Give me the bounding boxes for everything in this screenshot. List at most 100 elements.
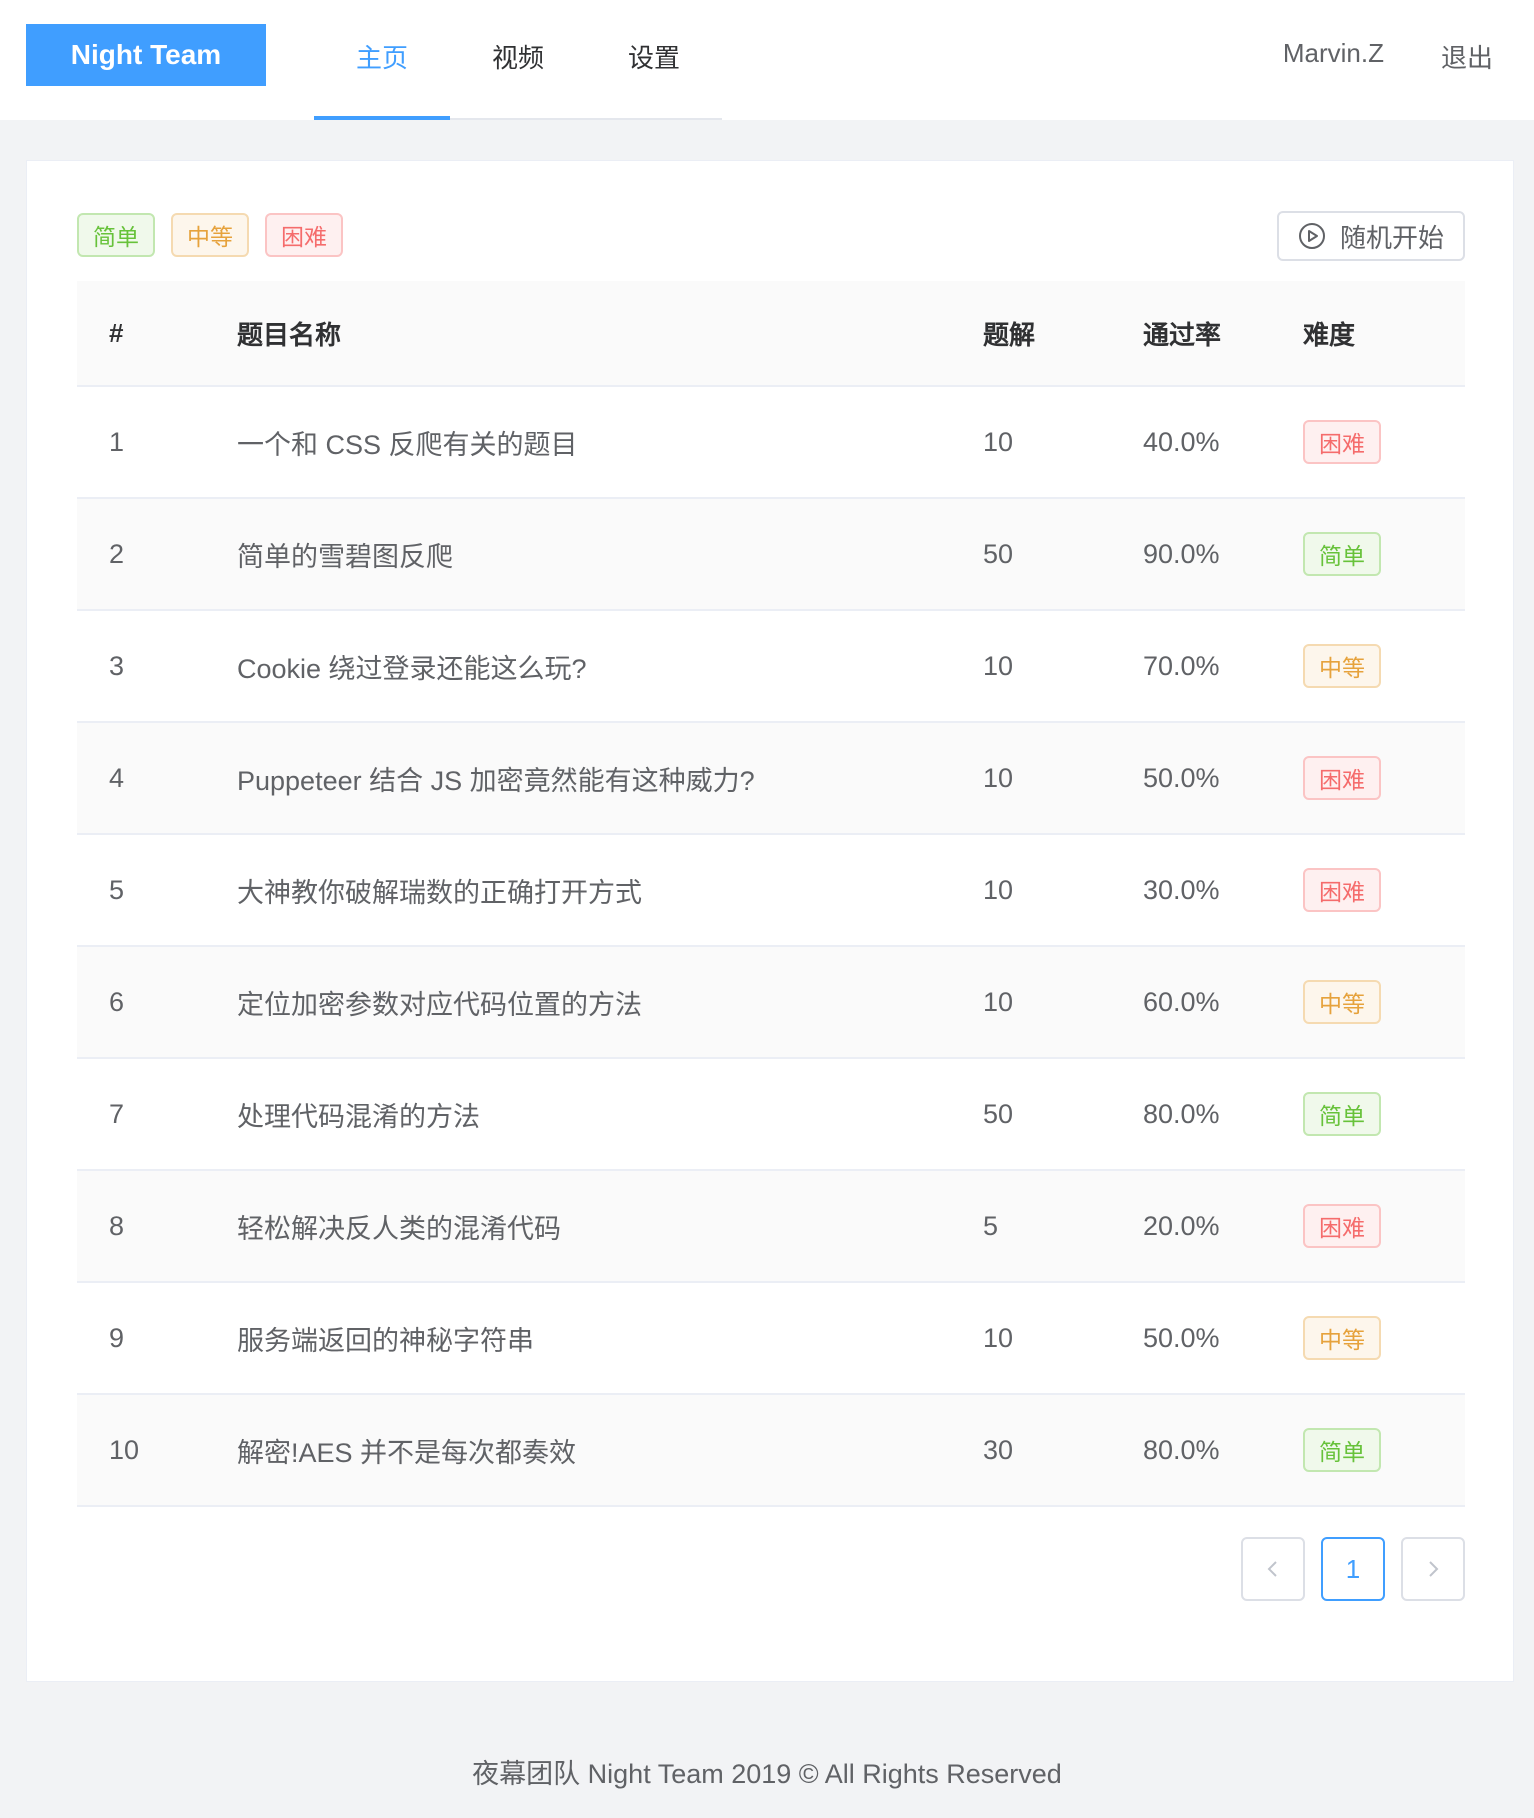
- cell-difficulty: 简单: [1303, 1092, 1465, 1136]
- nav-home[interactable]: 主页: [314, 0, 450, 120]
- cell-solutions: 10: [983, 650, 1014, 681]
- difficulty-badge: 困难: [1303, 756, 1381, 800]
- header-name: 题目名称: [237, 319, 342, 350]
- cell-solutions: 50: [983, 538, 1014, 569]
- cell-rate: 90.0%: [1143, 538, 1220, 569]
- table-row[interactable]: 9 服务端返回的神秘字符串 10 50.0% 中等: [77, 1283, 1465, 1395]
- cell-num: 1: [109, 426, 125, 457]
- cell-rate: 30.0%: [1143, 874, 1220, 905]
- difficulty-badge: 困难: [1303, 1204, 1381, 1248]
- cell-name[interactable]: 大神教你破解瑞数的正确打开方式: [237, 871, 983, 910]
- logout-link[interactable]: 退出: [1441, 38, 1493, 75]
- cell-rate: 40.0%: [1143, 426, 1220, 457]
- difficulty-badge: 简单: [1303, 1092, 1381, 1136]
- cell-solutions: 10: [983, 762, 1014, 793]
- page-1-button[interactable]: 1: [1321, 1537, 1385, 1601]
- filter-easy[interactable]: 简单: [77, 213, 155, 257]
- cell-difficulty: 简单: [1303, 532, 1465, 576]
- cell-name[interactable]: 简单的雪碧图反爬: [237, 535, 983, 574]
- difficulty-badge: 困难: [1303, 420, 1381, 464]
- cell-difficulty: 困难: [1303, 756, 1465, 800]
- table-row[interactable]: 10 解密!AES 并不是每次都奏效 30 80.0% 简单: [77, 1395, 1465, 1507]
- nav-video[interactable]: 视频: [450, 0, 586, 120]
- cell-difficulty: 中等: [1303, 980, 1465, 1024]
- table-row[interactable]: 2 简单的雪碧图反爬 50 90.0% 简单: [77, 499, 1465, 611]
- cell-name[interactable]: 服务端返回的神秘字符串: [237, 1319, 983, 1358]
- header-num: #: [109, 317, 124, 348]
- nav-settings[interactable]: 设置: [586, 0, 722, 120]
- chevron-left-icon: [1267, 1561, 1277, 1577]
- difficulty-badge: 中等: [1303, 1316, 1381, 1360]
- difficulty-badge: 中等: [1303, 644, 1381, 688]
- cell-solutions: 50: [983, 1098, 1014, 1129]
- filter-hard[interactable]: 困难: [265, 213, 343, 257]
- prev-page-button[interactable]: [1241, 1537, 1305, 1601]
- main-nav: 主页 视频 设置: [314, 0, 722, 120]
- cell-solutions: 10: [983, 874, 1014, 905]
- cell-name[interactable]: 一个和 CSS 反爬有关的题目: [237, 423, 983, 462]
- table-row[interactable]: 6 定位加密参数对应代码位置的方法 10 60.0% 中等: [77, 947, 1465, 1059]
- cell-num: 3: [109, 650, 125, 681]
- header-difficulty: 难度: [1303, 319, 1356, 350]
- filter-medium[interactable]: 中等: [171, 213, 249, 257]
- play-circle-icon: [1298, 223, 1325, 249]
- cell-difficulty: 困难: [1303, 868, 1465, 912]
- table-row[interactable]: 7 处理代码混淆的方法 50 80.0% 简单: [77, 1059, 1465, 1171]
- username[interactable]: Marvin.Z: [1283, 38, 1384, 69]
- problem-card: 简单 中等 困难 随机开始 # 题目名称 题解 通过率 难度 1 一个和 CSS …: [26, 160, 1514, 1682]
- cell-difficulty: 困难: [1303, 420, 1465, 464]
- cell-difficulty: 中等: [1303, 1316, 1465, 1360]
- cell-num: 2: [109, 538, 125, 569]
- table-row[interactable]: 1 一个和 CSS 反爬有关的题目 10 40.0% 困难: [77, 387, 1465, 499]
- chevron-right-icon: [1429, 1561, 1439, 1577]
- cell-difficulty: 简单: [1303, 1428, 1465, 1472]
- footer-copyright: 夜幕团队 Night Team 2019 © All Rights Reserv…: [472, 1759, 1062, 1789]
- difficulty-badge: 中等: [1303, 980, 1381, 1024]
- cell-rate: 50.0%: [1143, 1322, 1220, 1353]
- cell-rate: 60.0%: [1143, 986, 1220, 1017]
- logo[interactable]: Night Team: [26, 24, 266, 86]
- cell-name[interactable]: 定位加密参数对应代码位置的方法: [237, 983, 983, 1022]
- problem-table: # 题目名称 题解 通过率 难度 1 一个和 CSS 反爬有关的题目 10 40.0%…: [77, 281, 1465, 1507]
- table-row[interactable]: 3 Cookie 绕过登录还能这么玩? 10 70.0% 中等: [77, 611, 1465, 723]
- pagination: 1: [1241, 1537, 1465, 1601]
- cell-rate: 70.0%: [1143, 650, 1220, 681]
- cell-num: 8: [109, 1210, 125, 1241]
- cell-name[interactable]: Puppeteer 结合 JS 加密竟然能有这种威力?: [237, 759, 983, 798]
- cell-name[interactable]: Cookie 绕过登录还能这么玩?: [237, 647, 983, 686]
- table-row[interactable]: 8 轻松解决反人类的混淆代码 5 20.0% 困难: [77, 1171, 1465, 1283]
- cell-solutions: 30: [983, 1434, 1014, 1465]
- cell-name[interactable]: 处理代码混淆的方法: [237, 1095, 983, 1134]
- cell-difficulty: 中等: [1303, 644, 1465, 688]
- cell-name[interactable]: 解密!AES 并不是每次都奏效: [237, 1431, 983, 1470]
- random-start-button[interactable]: 随机开始: [1277, 211, 1465, 261]
- cell-rate: 80.0%: [1143, 1434, 1220, 1465]
- difficulty-filters: 简单 中等 困难: [77, 213, 343, 257]
- cell-solutions: 10: [983, 986, 1014, 1017]
- cell-num: 4: [109, 762, 125, 793]
- header-rate: 通过率: [1143, 319, 1222, 350]
- cell-num: 10: [109, 1434, 140, 1465]
- cell-num: 5: [109, 874, 125, 905]
- cell-solutions: 10: [983, 426, 1014, 457]
- cell-num: 6: [109, 986, 125, 1017]
- header-solutions: 题解: [983, 319, 1036, 350]
- cell-rate: 80.0%: [1143, 1098, 1220, 1129]
- table-row[interactable]: 5 大神教你破解瑞数的正确打开方式 10 30.0% 困难: [77, 835, 1465, 947]
- next-page-button[interactable]: [1401, 1537, 1465, 1601]
- cell-num: 7: [109, 1098, 125, 1129]
- cell-rate: 50.0%: [1143, 762, 1220, 793]
- top-header: Night Team 主页 视频 设置 Marvin.Z 退出: [0, 0, 1534, 120]
- table-body: 1 一个和 CSS 反爬有关的题目 10 40.0% 困难 2 简单的雪碧图反爬 50 90.0…: [77, 387, 1465, 1507]
- cell-num: 9: [109, 1322, 125, 1353]
- cell-solutions: 10: [983, 1322, 1014, 1353]
- table-header: # 题目名称 题解 通过率 难度: [77, 281, 1465, 387]
- cell-solutions: 5: [983, 1210, 999, 1241]
- table-row[interactable]: 4 Puppeteer 结合 JS 加密竟然能有这种威力? 10 50.0% 困难: [77, 723, 1465, 835]
- cell-difficulty: 困难: [1303, 1204, 1465, 1248]
- cell-rate: 20.0%: [1143, 1210, 1220, 1241]
- difficulty-badge: 困难: [1303, 868, 1381, 912]
- random-start-label: 随机开始: [1339, 222, 1444, 253]
- difficulty-badge: 简单: [1303, 1428, 1381, 1472]
- cell-name[interactable]: 轻松解决反人类的混淆代码: [237, 1207, 983, 1246]
